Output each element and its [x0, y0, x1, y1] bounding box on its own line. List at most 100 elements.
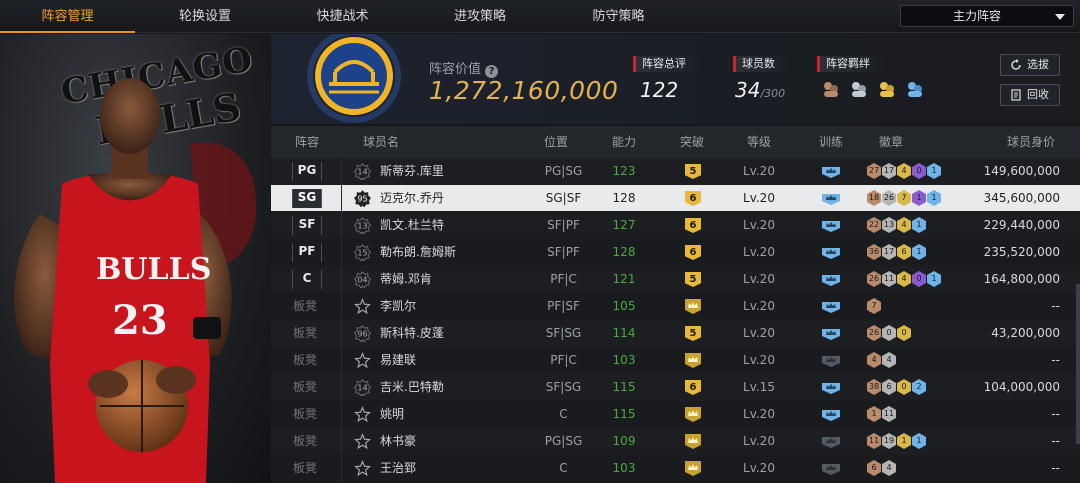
player-name[interactable]: 易建联 — [380, 347, 416, 374]
training-icon[interactable] — [821, 300, 841, 314]
badge-hex: 22 — [867, 217, 881, 233]
tab-defense-strategy[interactable]: 防守策略 — [550, 0, 687, 33]
player-level: Lv.20 — [743, 272, 775, 286]
badge-hex: 11 — [882, 271, 896, 287]
table-row[interactable]: PG 14 斯蒂芬.库里 PG|SG 123 5 Lv.20 27 17 4 0 1 149,600,0… — [271, 158, 1080, 185]
tab-lineup-management[interactable]: 阵容管理 — [0, 0, 135, 33]
player-name[interactable]: 李凯尔 — [380, 293, 416, 320]
player-position: C — [559, 461, 568, 475]
badge-hex: 1 — [927, 163, 941, 179]
player-count-label: 球员数 — [733, 56, 789, 72]
training-icon[interactable] — [821, 408, 841, 422]
player-name[interactable]: 斯蒂芬.库里 — [380, 158, 444, 185]
breakthrough-badge: 5 — [685, 164, 701, 179]
table-row[interactable]: 板凳 易建联 PF|C 103 Lv.20 4 4 -- — [271, 347, 1080, 374]
jersey-number-badge: 04 — [354, 271, 371, 288]
player-value: 345,600,000 — [983, 191, 1060, 205]
select-button[interactable]: 选拔 — [1000, 54, 1060, 76]
table-row[interactable]: 板凳 李凯尔 PF|SF 105 Lv.20 7 -- — [271, 293, 1080, 320]
badge-hex: 0 — [912, 163, 926, 179]
player-name[interactable]: 斯科特.皮蓬 — [380, 320, 444, 347]
table-row[interactable]: 板凳 姚明 C 115 Lv.20 1 11 -- — [271, 401, 1080, 428]
synergy-gold-icon[interactable] — [877, 80, 897, 98]
synergy-blue-icon[interactable] — [905, 80, 925, 98]
select-button-label: 选拔 — [1027, 58, 1049, 71]
player-value: 104,000,000 — [983, 380, 1060, 394]
table-row[interactable]: 板凳 96 斯科特.皮蓬 SF|SG 114 5 Lv.20 26 0 0 43,200,000 — [271, 320, 1080, 347]
badge-hex: 1 — [897, 433, 911, 449]
breakthrough-badge: 6 — [685, 245, 701, 260]
player-name[interactable]: 姚明 — [380, 401, 404, 428]
player-name[interactable]: 蒂姆.邓肯 — [380, 266, 432, 293]
badge-hex: 4 — [897, 217, 911, 233]
player-level: Lv.20 — [743, 218, 775, 232]
training-icon[interactable] — [821, 327, 841, 341]
crown-icon — [685, 407, 701, 422]
divider — [341, 428, 342, 455]
player-value: -- — [1051, 434, 1060, 448]
badge-hex: 11 — [882, 406, 896, 422]
badge-list: 22 13 4 1 — [867, 217, 927, 234]
star-icon — [354, 433, 371, 450]
player-value: -- — [1051, 353, 1060, 367]
player-name[interactable]: 林书豪 — [380, 428, 416, 455]
training-icon[interactable] — [821, 381, 841, 395]
badge-hex: 1 — [912, 217, 926, 233]
player-name[interactable]: 迈克尔.乔丹 — [380, 185, 444, 212]
synergy-silver-icon[interactable] — [849, 80, 869, 98]
badge-hex: 38 — [867, 379, 881, 395]
table-row[interactable]: SG 95 迈克尔.乔丹 SG|SF 128 6 Lv.20 18 26 7 1 1 345,600,0… — [271, 185, 1080, 212]
table-row[interactable]: SF 13 凯文.杜兰特 SF|PF 127 6 Lv.20 22 13 4 1 229,440,00… — [271, 212, 1080, 239]
player-name[interactable]: 凯文.杜兰特 — [380, 212, 444, 239]
tab-rotation-settings[interactable]: 轮换设置 — [135, 0, 275, 33]
training-icon[interactable] — [821, 435, 841, 449]
player-name[interactable]: 王治郅 — [380, 455, 416, 482]
table-row[interactable]: PF 15 勒布朗.詹姆斯 SF|PF 128 6 Lv.20 36 17 6 1 235,520,0… — [271, 239, 1080, 266]
lineup-slot: C — [292, 270, 322, 289]
training-icon[interactable] — [821, 462, 841, 476]
player-position: C — [559, 407, 568, 421]
jersey-number: 15 — [357, 249, 367, 258]
player-ability: 121 — [612, 272, 636, 286]
tab-offense-strategy[interactable]: 进攻策略 — [410, 0, 550, 33]
training-icon[interactable] — [821, 192, 841, 206]
divider — [341, 401, 342, 428]
training-icon[interactable] — [821, 165, 841, 179]
training-icon[interactable] — [821, 246, 841, 260]
lineup-slot: SG — [292, 189, 322, 208]
table-row[interactable]: C 04 蒂姆.邓肯 PF|C 121 5 Lv.20 26 11 4 0 1 164,800,000 — [271, 266, 1080, 293]
jersey-number: 04 — [357, 276, 367, 285]
scrollbar[interactable] — [1076, 284, 1080, 444]
player-position: SG|SF — [545, 191, 582, 205]
lineup-dropdown[interactable]: 主力阵容 — [900, 5, 1074, 27]
badge-hex: 4 — [867, 352, 881, 368]
overall-rating-label: 阵容总评 — [633, 56, 700, 72]
refresh-icon — [1011, 59, 1021, 70]
training-icon[interactable] — [821, 273, 841, 287]
breakthrough-badge: 6 — [685, 191, 701, 206]
jersey-number-badge: 15 — [354, 244, 371, 261]
recycle-button[interactable]: 回收 — [1000, 84, 1060, 106]
player-name[interactable]: 吉米.巴特勒 — [380, 374, 444, 401]
divider — [341, 185, 342, 212]
table-row[interactable]: 板凳 林书豪 PG|SG 109 Lv.20 11 19 1 1 -- — [271, 428, 1080, 455]
player-level: Lv.20 — [743, 353, 775, 367]
table-row[interactable]: 板凳 14 吉米.巴特勒 SF|SG 115 6 Lv.15 38 6 0 2 104,000,000 — [271, 374, 1080, 401]
badge-hex: 1 — [867, 406, 881, 422]
badge-hex: 1 — [912, 433, 926, 449]
badge-hex: 17 — [882, 163, 896, 179]
table-row[interactable]: 板凳 王治郅 C 103 Lv.20 6 4 -- — [271, 455, 1080, 482]
badge-hex: 6 — [882, 379, 896, 395]
badge-list: 1 11 — [867, 406, 897, 423]
synergy-bronze-icon[interactable] — [821, 80, 841, 98]
badge-hex: 7 — [897, 190, 911, 206]
player-value: -- — [1051, 461, 1060, 475]
player-position: PF|SF — [547, 299, 580, 313]
team-logo-icon — [307, 34, 401, 123]
training-icon[interactable] — [821, 219, 841, 233]
training-icon[interactable] — [821, 354, 841, 368]
player-name[interactable]: 勒布朗.詹姆斯 — [380, 239, 456, 266]
tab-quick-tactics[interactable]: 快捷战术 — [275, 0, 410, 33]
col-ability: 能力 — [611, 135, 636, 149]
lineup-value-label-text: 阵容价值 — [429, 62, 482, 77]
